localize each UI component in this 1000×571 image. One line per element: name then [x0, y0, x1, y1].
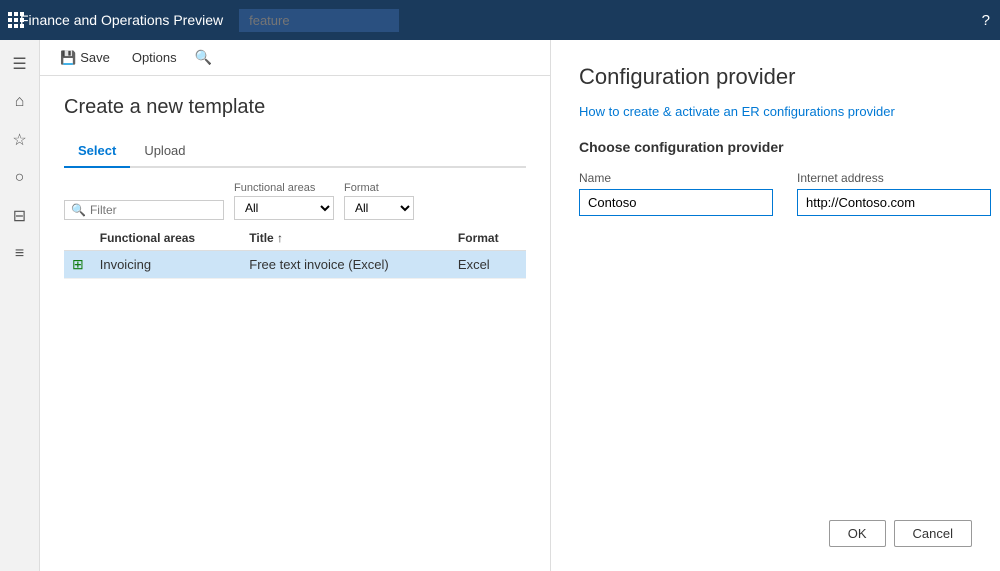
format-select[interactable]: All [344, 196, 414, 220]
sidebar-hamburger-icon[interactable]: ☰ [4, 48, 36, 80]
col-format: Format [450, 226, 526, 251]
ok-button[interactable]: OK [829, 520, 886, 547]
sidebar: ☰ ⌂ ☆ ○ ⊟ ≡ [0, 40, 40, 571]
functional-areas-filter-group: Functional areas All [234, 182, 334, 220]
save-icon: 💾 [60, 50, 76, 66]
row-title: Free text invoice (Excel) [241, 251, 450, 279]
toolbar-search-button[interactable]: 🔍 [195, 49, 212, 66]
excel-icon: ⊞ [72, 256, 84, 272]
internet-address-label: Internet address [797, 171, 991, 185]
panel-title: Configuration provider [579, 64, 972, 90]
toolbar: 💾 Save Options 🔍 [40, 40, 550, 76]
row-functional-areas: Invoicing [92, 251, 242, 279]
filter-text-group: 🔍 [64, 200, 224, 220]
sidebar-home-icon[interactable]: ⌂ [4, 86, 36, 118]
sidebar-grid-icon[interactable]: ⊟ [4, 200, 36, 232]
content-panel: 💾 Save Options 🔍 Create a new template S… [40, 40, 550, 571]
filter-input-wrap: 🔍 [64, 200, 224, 220]
sidebar-clock-icon[interactable]: ○ [4, 162, 36, 194]
name-input[interactable] [579, 189, 773, 216]
help-icon[interactable]: ? [982, 12, 990, 29]
sidebar-list-icon[interactable]: ≡ [4, 238, 36, 270]
row-icon-cell: ⊞ [64, 251, 92, 279]
save-button[interactable]: 💾 Save [52, 46, 118, 70]
right-panel: Configuration provider How to create & a… [550, 40, 1000, 571]
format-filter-label: Format [344, 182, 414, 194]
table-header-row: Functional areas Title ↑ Format [64, 226, 526, 251]
tab-select[interactable]: Select [64, 137, 130, 168]
table-row[interactable]: ⊞ Invoicing Free text invoice (Excel) Ex… [64, 251, 526, 279]
filter-row: 🔍 Functional areas All Format All [64, 182, 526, 220]
panel-footer: OK Cancel [579, 504, 972, 547]
col-title: Title ↑ [241, 226, 450, 251]
col-icon [64, 226, 92, 251]
cancel-button[interactable]: Cancel [894, 520, 972, 547]
functional-areas-label: Functional areas [234, 182, 334, 194]
top-search-input[interactable] [239, 9, 399, 32]
grid-menu-button[interactable] [0, 8, 16, 32]
form-row: Name Internet address [579, 171, 972, 216]
panel-subtitle: Choose configuration provider [579, 139, 972, 155]
functional-areas-select[interactable]: All [234, 196, 334, 220]
name-field-group: Name [579, 171, 773, 216]
name-label: Name [579, 171, 773, 185]
panel-help-link[interactable]: How to create & activate an ER configura… [579, 104, 972, 119]
top-bar: Finance and Operations Preview ? [0, 0, 1000, 40]
tab-upload[interactable]: Upload [130, 137, 199, 168]
app-title: Finance and Operations Preview [16, 12, 223, 28]
row-format: Excel [450, 251, 526, 279]
filter-search-icon: 🔍 [71, 203, 86, 217]
page-title: Create a new template [64, 96, 526, 119]
col-functional-areas: Functional areas [92, 226, 242, 251]
sidebar-star-icon[interactable]: ☆ [4, 124, 36, 156]
format-filter-group: Format All [344, 182, 414, 220]
template-table: Functional areas Title ↑ Format ⊞ Invoic… [64, 226, 526, 279]
page-content: Create a new template Select Upload 🔍 Fu… [40, 76, 550, 571]
options-button[interactable]: Options [124, 46, 185, 69]
tabs: Select Upload [64, 137, 526, 168]
filter-input[interactable] [90, 203, 217, 217]
internet-address-field-group: Internet address [797, 171, 991, 216]
internet-address-input[interactable] [797, 189, 991, 216]
